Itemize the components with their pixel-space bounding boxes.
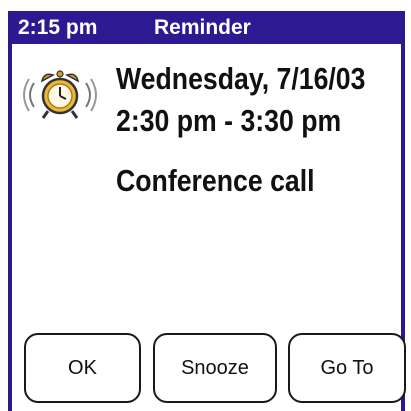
reminder-description: Conference call — [116, 163, 315, 198]
title-bar: 2:15 pm Reminder — [12, 11, 401, 44]
ok-button[interactable]: OK — [24, 333, 141, 403]
screen: 2:15 pm Reminder Wednesday, 7/16/03 2:30… — [0, 0, 411, 411]
reminder-time-range: 2:30 pm - 3:30 pm — [116, 103, 342, 138]
alarm-clock-icon — [23, 70, 97, 119]
clock-time: 2:15 pm — [18, 16, 98, 39]
dialog-title: Reminder — [154, 16, 251, 39]
reminder-dialog: 2:15 pm Reminder Wednesday, 7/16/03 2:30… — [8, 11, 406, 411]
snooze-button[interactable]: Snooze — [153, 333, 277, 403]
button-row: OK Snooze Go To — [12, 333, 406, 405]
go-to-button[interactable]: Go To — [288, 333, 406, 403]
reminder-date: Wednesday, 7/16/03 — [116, 61, 366, 96]
